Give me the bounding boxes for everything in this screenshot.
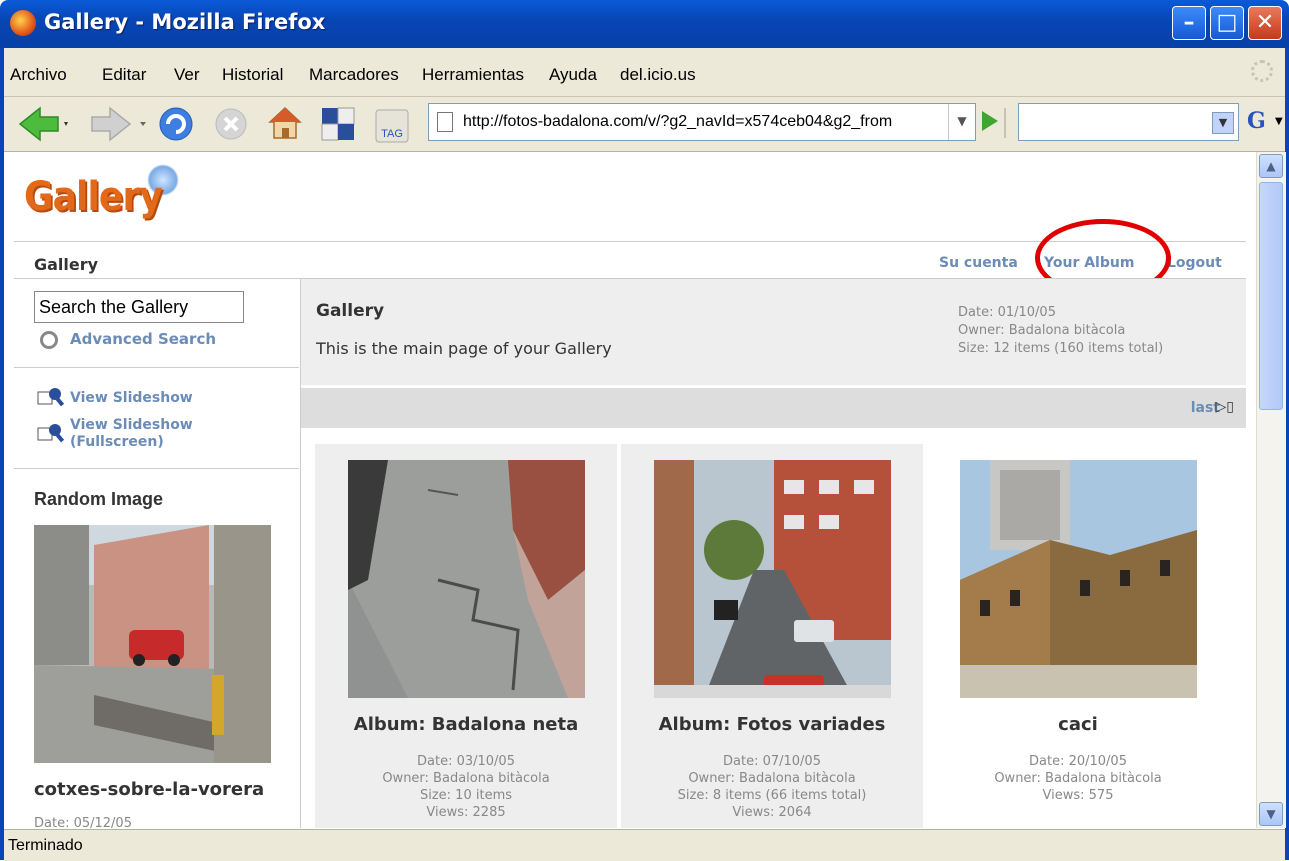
photo-thumbnail[interactable] [960,460,1197,698]
delicious-tag-button[interactable]: TAG [374,108,410,144]
url-bar[interactable]: http://fotos-badalona.com/v/?g2_navId=x5… [428,103,976,141]
item-size: Size: 10 items [419,788,512,803]
pager: last ▷▯ [301,388,1246,428]
album-meta: Date: 01/10/05 Owner: Badalona bitàcola … [958,304,1163,358]
album-title: Gallery [316,301,385,321]
page-content: Gallery Gallery Su cuenta Your Album Log… [4,152,1255,828]
stop-button[interactable] [214,107,248,141]
view-slideshow-fullscreen-link[interactable]: View Slideshow (Fullscreen) [70,417,193,451]
item-views: Views: 2285 [426,805,506,820]
view-slideshow-link[interactable]: View Slideshow [70,390,193,407]
back-button[interactable] [18,104,68,144]
advanced-search-link[interactable]: Advanced Search [70,330,216,348]
item-title[interactable]: caci [927,714,1229,735]
firefox-icon [10,10,36,36]
photo-item: caci Date: 20/10/05 Owner: Badalona bità… [927,444,1229,828]
item-date: Date: 03/10/05 [417,754,515,769]
page-icon [437,112,453,132]
search-dropdown-button[interactable]: ▼ [1212,112,1234,134]
item-meta: Date: 03/10/05 Owner: Badalona bitàcola … [315,753,617,821]
breadcrumb[interactable]: Gallery [34,255,98,274]
search-icon [40,331,58,349]
random-image-thumbnail[interactable] [34,525,271,763]
album-thumbnail[interactable] [348,460,585,698]
menu-delicious[interactable]: del.icio.us [620,65,696,85]
random-image-title[interactable]: cotxes-sobre-la-vorera [34,779,264,800]
web-search-field[interactable]: ▼ [1018,103,1239,141]
url-dropdown-button[interactable]: ▼ [948,104,975,140]
menu-ayuda[interactable]: Ayuda [549,65,597,85]
gallery-search-input[interactable] [34,291,244,323]
google-search-icon[interactable]: G [1247,108,1266,134]
sidebar: Advanced Search View Slideshow View Slid… [14,279,301,828]
throbber-icon [1251,60,1273,82]
random-image-date: Date: 05/12/05 [34,816,132,828]
album-item: Album: Fotos variades Date: 07/10/05 Own… [621,444,923,828]
url-text: http://fotos-badalona.com/v/?g2_navId=x5… [463,113,893,130]
album-description: This is the main page of your Gallery [316,339,612,358]
slideshow-fullscreen-line2: (Fullscreen) [70,434,164,450]
slideshow-fullscreen-line1: View Slideshow [70,417,193,433]
item-views: Views: 2064 [732,805,812,820]
tag-label: TAG [381,128,403,140]
maximize-button[interactable]: □ [1210,6,1244,40]
status-bar: Terminado [4,829,1285,861]
reload-button[interactable] [158,106,194,142]
window-title: Gallery - Mozilla Firefox [44,10,326,34]
item-owner: Owner: Badalona bitàcola [994,771,1162,786]
sidebar-divider [14,367,299,368]
item-title[interactable]: Album: Fotos variades [621,714,923,735]
item-owner: Owner: Badalona bitàcola [382,771,550,786]
menu-herramientas[interactable]: Herramientas [422,65,524,85]
slideshow-icon [37,388,64,407]
item-size: Size: 8 items (66 items total) [677,788,867,803]
gallery-logo[interactable]: Gallery [24,174,163,220]
scroll-thumb[interactable] [1259,182,1283,410]
menu-archivo[interactable]: Archivo [10,65,67,85]
menu-marcadores[interactable]: Marcadores [309,65,399,85]
album-header: Gallery This is the main page of your Ga… [301,279,1246,385]
album-size: Size: 12 items (160 items total) [958,341,1164,356]
album-owner: Owner: Badalona bitàcola [958,323,1126,338]
menu-editar[interactable]: Editar [102,65,146,85]
vertical-scrollbar[interactable]: ▲ ▼ [1256,152,1286,828]
minimize-button[interactable]: – [1172,6,1206,40]
item-meta: Date: 20/10/05 Owner: Badalona bitàcola … [927,753,1229,804]
forward-button[interactable] [80,104,150,144]
status-text: Terminado [8,837,83,854]
bookmark-square-icon[interactable] [320,106,356,142]
window-titlebar: Gallery - Mozilla Firefox – □ ✕ [0,0,1289,48]
album-thumbnail[interactable] [654,460,891,698]
random-image-heading: Random Image [34,489,164,509]
scroll-down-button[interactable]: ▼ [1259,802,1283,826]
logout-link[interactable]: Logout [1167,255,1222,271]
item-views: Views: 575 [1042,788,1114,803]
menu-ver[interactable]: Ver [174,65,200,85]
item-date: Date: 20/10/05 [1029,754,1127,769]
toolbar-splitter[interactable] [1004,108,1006,138]
item-meta: Date: 07/10/05 Owner: Badalona bitàcola … [621,753,923,821]
account-link[interactable]: Su cuenta [939,255,1018,271]
sidebar-divider [14,468,299,469]
home-button[interactable] [266,104,304,142]
menubar: Archivo Editar Ver Historial Marcadores … [4,48,1285,97]
item-owner: Owner: Badalona bitàcola [688,771,856,786]
item-date: Date: 07/10/05 [723,754,821,769]
chevron-down-icon[interactable]: ▼ [1275,116,1283,127]
last-page-icon[interactable]: ▷▯ [1216,399,1234,415]
album-item: Album: Badalona neta Date: 03/10/05 Owne… [315,444,617,828]
go-button[interactable] [982,111,998,131]
slideshow-fullscreen-icon [37,424,64,443]
album-date: Date: 01/10/05 [958,305,1056,320]
scroll-up-button[interactable]: ▲ [1259,154,1283,178]
menu-historial[interactable]: Historial [222,65,283,85]
item-title[interactable]: Album: Badalona neta [315,714,617,735]
close-button[interactable]: ✕ [1248,6,1282,40]
